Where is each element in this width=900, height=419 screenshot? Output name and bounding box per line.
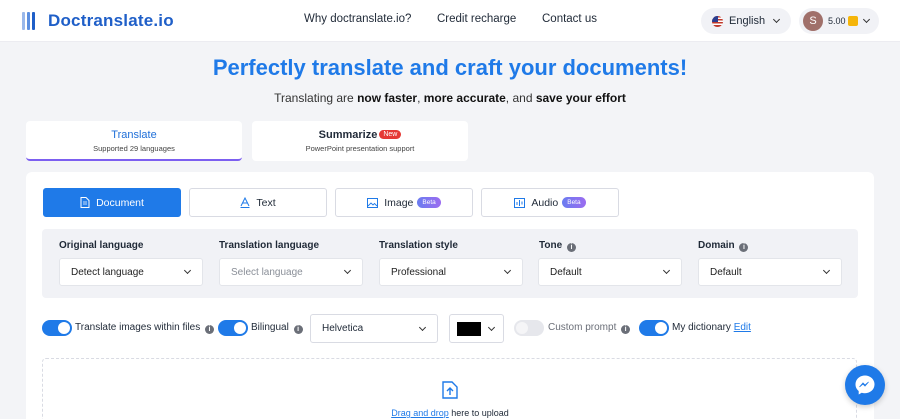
tab-subtitle: PowerPoint presentation support <box>305 144 415 153</box>
domain-label: Domain i <box>698 240 749 252</box>
select-placeholder: Select language <box>231 266 303 278</box>
translation-language-select[interactable]: Select language <box>219 258 363 286</box>
font-select[interactable]: Helvetica <box>310 314 438 343</box>
chevron-down-icon <box>862 15 870 24</box>
select-value: Helvetica <box>322 323 364 334</box>
tone-select[interactable]: Default <box>538 258 682 286</box>
subtitle-text: , and <box>505 91 536 105</box>
audio-icon <box>514 197 526 208</box>
image-icon <box>367 197 379 208</box>
my-dictionary-toggle[interactable] <box>639 320 669 336</box>
text-icon <box>240 197 250 208</box>
info-icon[interactable]: i <box>621 325 631 334</box>
custom-prompt-toggle[interactable] <box>514 320 544 336</box>
subtitle-text: , <box>417 91 424 105</box>
brand-name: Doctranslate.io <box>48 11 174 30</box>
beta-badge: Beta <box>562 197 586 208</box>
messenger-chat-button[interactable] <box>845 365 885 405</box>
chevron-down-icon <box>418 323 427 332</box>
tab-title: Summarize <box>318 129 378 141</box>
type-document-button[interactable]: Document <box>43 188 181 217</box>
bilingual-toggle[interactable] <box>218 320 248 336</box>
info-icon[interactable]: i <box>293 325 303 334</box>
info-icon[interactable]: i <box>739 243 749 252</box>
edit-dictionary-link[interactable]: Edit <box>734 322 751 333</box>
color-swatch <box>457 322 481 336</box>
type-audio-button[interactable]: Audio Beta <box>481 188 619 217</box>
bilingual-label: Bilingual i <box>251 322 303 334</box>
select-value: Detect language <box>71 266 144 278</box>
nav-contact[interactable]: Contact us <box>542 13 597 25</box>
chevron-down-icon <box>662 266 671 275</box>
tab-subtitle: Supported 29 languages <box>93 144 175 153</box>
coin-icon <box>847 16 858 26</box>
option-text: Translate images within files <box>75 322 201 333</box>
chevron-down-icon <box>503 266 512 275</box>
original-language-label: Original language <box>59 240 144 251</box>
nav-why[interactable]: Why doctranslate.io? <box>304 13 411 25</box>
page-title: Perfectly translate and craft your docum… <box>212 55 688 80</box>
tab-translate[interactable]: Translate Supported 29 languages <box>26 121 242 161</box>
option-text: Bilingual <box>251 322 289 333</box>
type-label: Image <box>384 196 414 209</box>
translate-images-toggle[interactable] <box>42 320 72 336</box>
type-label: Document <box>96 196 144 209</box>
language-selector[interactable]: English <box>701 8 791 34</box>
tab-summarize[interactable]: Summarize New PowerPoint presentation sup… <box>252 121 468 161</box>
beta-badge: Beta <box>417 197 441 208</box>
top-header: Doctranslate.io Why doctranslate.io? Cre… <box>0 0 900 42</box>
option-text: Custom prompt <box>548 322 617 333</box>
document-icon <box>80 197 90 208</box>
tone-label-text: Tone <box>539 240 563 251</box>
domain-select[interactable]: Default <box>698 258 842 286</box>
chevron-down-icon <box>343 266 352 275</box>
chevron-down-icon <box>773 15 781 24</box>
language-label: English <box>729 15 766 27</box>
type-image-button[interactable]: Image Beta <box>335 188 473 217</box>
browse-link[interactable]: Drag and drop <box>391 408 449 418</box>
chevron-down-icon <box>822 266 831 275</box>
upload-icon <box>442 381 458 399</box>
custom-prompt-label: Custom prompt i <box>548 322 631 334</box>
subtitle-bold: now faster <box>357 91 418 105</box>
subtitle-text: Translating are <box>274 91 358 105</box>
type-text-button[interactable]: Text <box>189 188 327 217</box>
new-badge: New <box>379 130 402 139</box>
text-color-select[interactable] <box>449 314 504 343</box>
upload-instructions: Drag and drop here to upload <box>0 408 900 418</box>
credit-balance: 5.00 <box>828 16 846 26</box>
select-value: Default <box>550 266 582 278</box>
select-value: Professional <box>391 266 447 278</box>
info-icon[interactable]: i <box>205 325 215 334</box>
translate-images-label: Translate images within files i <box>75 322 215 334</box>
tone-label: Tone i <box>539 240 576 252</box>
chevron-down-icon <box>487 323 496 332</box>
tab-title: Translate <box>111 129 157 141</box>
chevron-down-icon <box>183 266 192 275</box>
nav-credit-recharge[interactable]: Credit recharge <box>437 13 516 25</box>
translation-style-label: Translation style <box>379 240 458 251</box>
us-flag-icon <box>712 15 723 27</box>
messenger-icon <box>855 375 875 395</box>
logo-icon <box>22 10 44 32</box>
select-value: Default <box>710 266 742 278</box>
user-menu[interactable]: S 5.00 <box>799 8 879 34</box>
type-label: Audio <box>531 196 559 209</box>
translation-language-label: Translation language <box>219 240 320 251</box>
page-subtitle: Translating are now faster, more accurat… <box>0 91 900 105</box>
subtitle-bold: save your effort <box>535 91 626 105</box>
my-dictionary-label: My dictionary Edit <box>672 322 751 333</box>
subtitle-bold: more accurate <box>423 91 506 105</box>
translation-style-select[interactable]: Professional <box>379 258 523 286</box>
domain-label-text: Domain <box>698 240 735 251</box>
avatar: S <box>803 11 823 31</box>
option-text: My dictionary <box>672 322 731 333</box>
type-label: Text <box>256 196 276 209</box>
info-icon[interactable]: i <box>566 243 576 252</box>
brand-logo[interactable]: Doctranslate.io <box>22 8 174 34</box>
upload-text: here to upload <box>448 408 509 418</box>
original-language-select[interactable]: Detect language <box>59 258 203 286</box>
